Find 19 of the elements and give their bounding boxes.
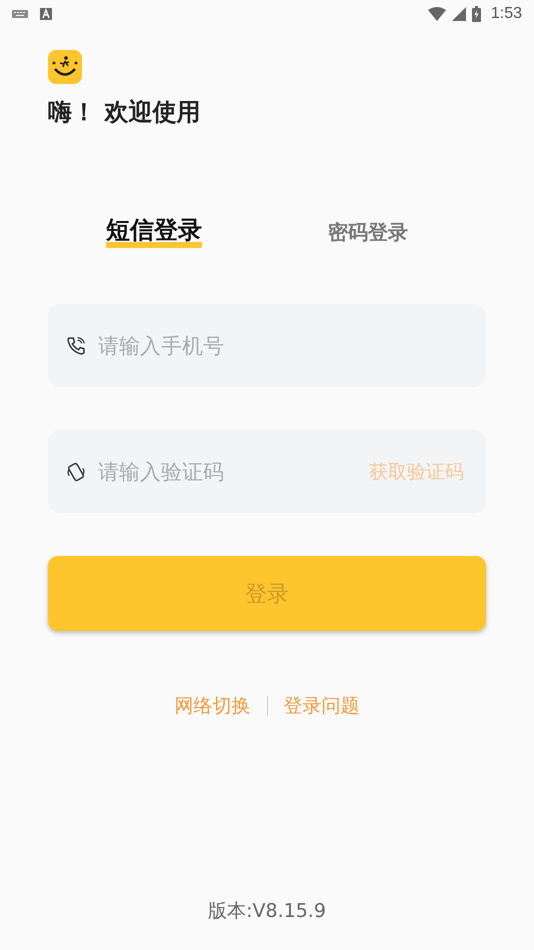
greeting-title: 嗨！ 欢迎使用 [48, 97, 202, 128]
help-link[interactable]: 登录问题 [284, 693, 360, 719]
login-tab[interactable]: 密码登录 [328, 219, 408, 248]
battery-icon [472, 6, 481, 22]
phone-icon [66, 336, 86, 356]
signal-icon [452, 7, 466, 21]
status-time: 1:53 [490, 5, 522, 23]
notification-icon [40, 8, 52, 20]
phone-vibrate-icon [66, 462, 86, 482]
input-field[interactable]: 请输入手机号 [48, 304, 486, 387]
app-logo [48, 50, 82, 84]
text-input[interactable]: 请输入验证码 [96, 458, 359, 484]
help-link[interactable]: 网络切换 [174, 693, 250, 719]
keyboard-icon [12, 9, 28, 19]
version-text: 版本:V8.15.9 [207, 899, 327, 924]
wifi-icon [428, 7, 446, 21]
get-code-link[interactable]: 获取验证码 [369, 458, 464, 484]
input-field[interactable]: 请输入验证码 获取验证码 [48, 430, 486, 513]
text-input[interactable]: 请输入手机号 [96, 332, 464, 358]
